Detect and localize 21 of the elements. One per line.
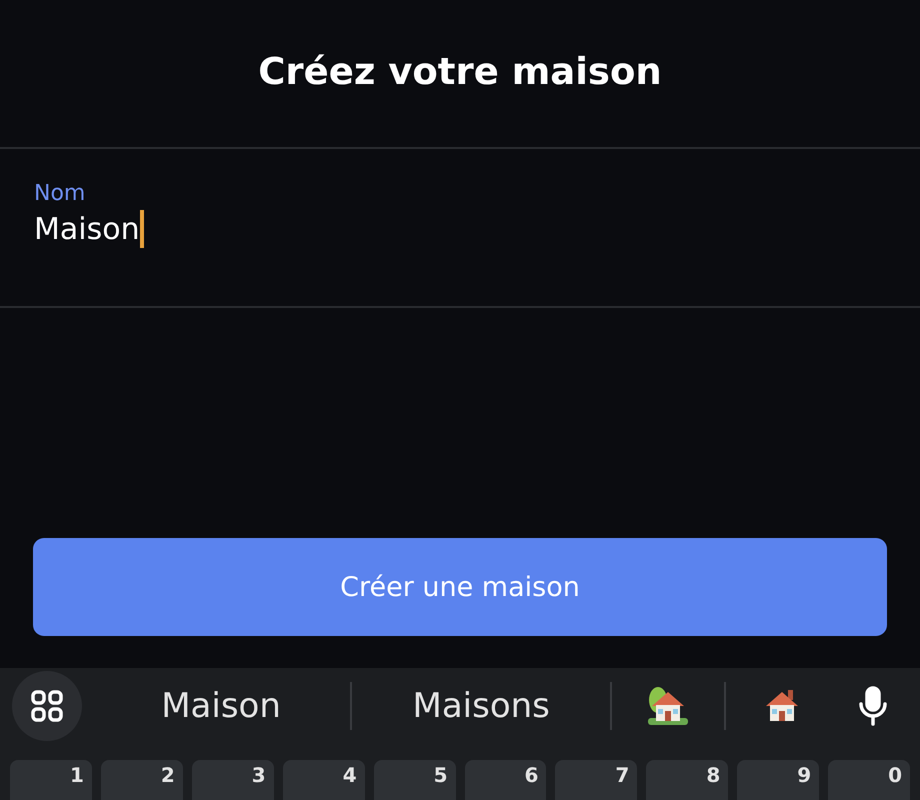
page-title: Créez votre maison <box>258 50 662 95</box>
number-key[interactable]: 4 <box>282 760 365 800</box>
number-key[interactable]: 6 <box>464 760 546 800</box>
grid-icon <box>30 689 64 723</box>
house-with-tree-icon[interactable] <box>646 684 690 728</box>
number-key[interactable]: 0 <box>828 760 910 800</box>
create-button[interactable]: Créer une maison <box>33 538 887 636</box>
suggestion[interactable]: Maison <box>161 686 281 726</box>
name-field[interactable]: Nom Maison <box>0 149 920 308</box>
field-value: Maison <box>34 212 140 246</box>
microphone-icon <box>857 686 889 726</box>
number-key[interactable]: 3 <box>192 760 274 800</box>
number-key[interactable]: 1 <box>10 760 92 800</box>
number-key[interactable]: 9 <box>737 760 820 800</box>
text-cursor <box>140 210 144 248</box>
number-key[interactable]: 8 <box>646 760 728 800</box>
number-key[interactable]: 7 <box>555 760 638 800</box>
number-key[interactable]: 5 <box>374 760 456 800</box>
number-key[interactable]: 2 <box>100 760 183 800</box>
suggestion[interactable]: Maisons <box>412 686 550 726</box>
field-label: Nom <box>34 181 86 206</box>
